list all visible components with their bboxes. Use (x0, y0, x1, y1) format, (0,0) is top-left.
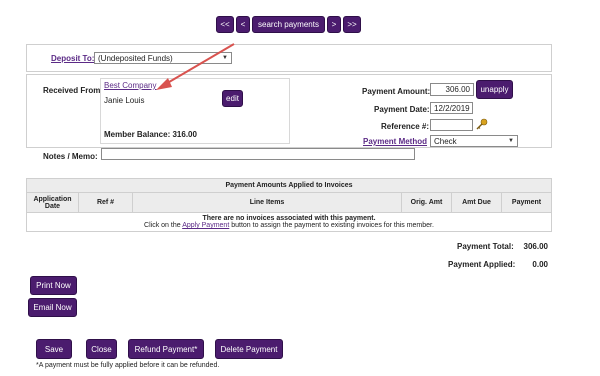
reference-input[interactable] (430, 119, 473, 131)
search-payments-button[interactable]: search payments (252, 16, 325, 33)
customer-name: Janie Louis (104, 96, 145, 105)
col-line-items: Line Items (132, 192, 402, 213)
next-record-button[interactable]: > (327, 16, 341, 33)
close-button[interactable]: Close (86, 339, 117, 359)
payment-date-input[interactable]: 12/2/2019 (430, 102, 473, 114)
email-now-button[interactable]: Email Now (28, 298, 77, 317)
delete-payment-button[interactable]: Delete Payment (215, 339, 283, 359)
member-balance-label: Member Balance: (104, 130, 171, 139)
key-icon[interactable] (476, 118, 488, 130)
payment-amount-input[interactable]: 306.00 (430, 83, 474, 96)
member-balance-value: 316.00 (172, 130, 197, 139)
annotation-arrow-icon (156, 43, 235, 90)
payment-amount-label: Payment Amount: (362, 87, 431, 96)
payment-total-value: 306.00 (523, 242, 548, 251)
reference-label: Reference #: (381, 122, 430, 131)
notes-label: Notes / Memo: (43, 152, 98, 161)
payment-method-link[interactable]: Payment Method (363, 137, 427, 146)
last-record-button[interactable]: >> (343, 16, 361, 33)
col-ref: Ref # (78, 192, 133, 213)
payment-applied-label: Payment Applied: (448, 260, 516, 269)
applied-invoices-table: Payment Amounts Applied to Invoices Appl… (26, 178, 552, 232)
hint-after: button to assign the payment to existing… (229, 222, 434, 229)
deposit-to-link[interactable]: Deposit To: (51, 54, 94, 63)
table-title: Payment Amounts Applied to Invoices (26, 178, 552, 193)
col-application-date: Application Date (26, 192, 79, 213)
col-orig-amt: Orig. Amt (401, 192, 452, 213)
received-from-label: Received From: (43, 86, 104, 95)
payment-date-label: Payment Date: (374, 105, 430, 114)
first-record-button[interactable]: << (216, 16, 234, 33)
empty-row: There are no invoices associated with th… (26, 212, 552, 232)
apply-hint: Click on the Apply Payment button to ass… (27, 222, 551, 229)
col-payment: Payment (501, 192, 552, 213)
unapply-button[interactable]: unapply (476, 80, 513, 99)
apply-payment-link[interactable]: Apply Payment (182, 222, 229, 229)
empty-message: There are no invoices associated with th… (202, 215, 376, 222)
payment-applied-value: 0.00 (532, 260, 548, 269)
member-balance: Member Balance: 316.00 (104, 130, 197, 139)
notes-input[interactable] (101, 148, 415, 160)
payment-total-label: Payment Total: (457, 242, 514, 251)
customer-company-link[interactable]: Best Company (104, 81, 156, 90)
print-now-button[interactable]: Print Now (30, 276, 77, 295)
refund-footnote: *A payment must be fully applied before … (36, 362, 220, 369)
previous-record-button[interactable]: < (236, 16, 250, 33)
refund-payment-button[interactable]: Refund Payment* (128, 339, 204, 359)
payment-method-value: Check (434, 136, 457, 146)
save-button[interactable]: Save (36, 339, 72, 359)
col-amt-due: Amt Due (451, 192, 502, 213)
hint-before: Click on the (144, 222, 183, 229)
chevron-down-icon: ▼ (508, 138, 514, 144)
payment-method-select[interactable]: Check ▼ (430, 135, 518, 147)
